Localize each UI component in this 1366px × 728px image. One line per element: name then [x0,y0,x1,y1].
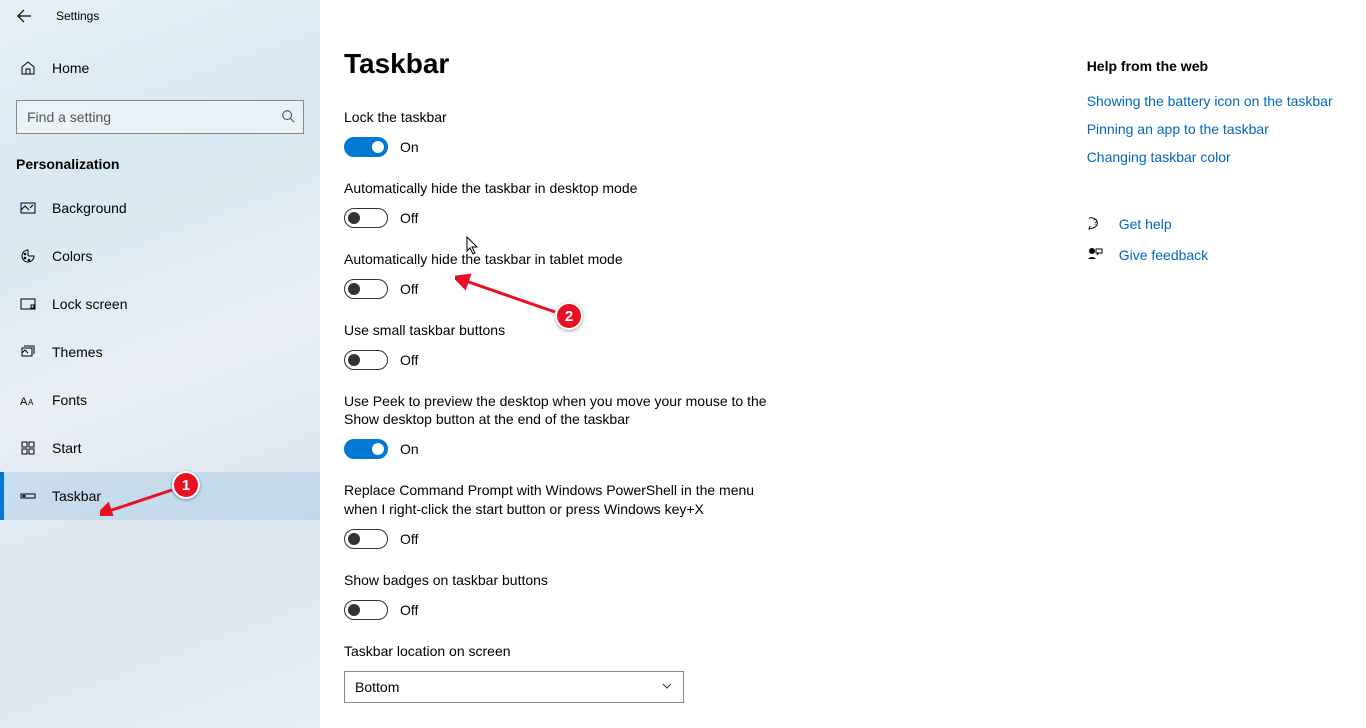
search-icon [281,109,295,126]
toggle-autohide-desktop[interactable] [344,208,388,228]
help-link[interactable]: Changing taskbar color [1087,148,1342,166]
help-aside: Help from the web Showing the battery ic… [1087,48,1342,728]
fonts-icon: AA [16,393,40,407]
themes-icon [16,344,40,360]
main-content: Taskbar Lock the taskbar On Automaticall… [320,0,1366,728]
annotation-arrow-2 [455,272,565,322]
home-label: Home [52,60,89,76]
sidebar-item-label: Fonts [52,392,87,408]
sidebar-item-background[interactable]: Background [0,184,320,232]
sidebar: Home Find a setting Personalization Back… [0,0,320,728]
aside-title: Help from the web [1087,58,1342,74]
help-link[interactable]: Pinning an app to the taskbar [1087,120,1342,138]
feedback-icon [1087,246,1107,265]
mouse-cursor [466,236,480,256]
setting-label: Automatically hide the taskbar in tablet… [344,250,904,269]
search-placeholder: Find a setting [27,109,111,125]
toggle-state: Off [400,210,418,226]
sidebar-item-colors[interactable]: Colors [0,232,320,280]
toggle-lock-taskbar[interactable] [344,137,388,157]
toggle-state: On [400,139,419,155]
toggle-state: Off [400,281,418,297]
home-button[interactable]: Home [0,48,320,88]
home-icon [16,60,40,76]
chevron-down-icon [661,679,673,695]
toggle-state: Off [400,531,418,547]
toggle-powershell[interactable] [344,529,388,549]
setting-label: Lock the taskbar [344,108,904,127]
sidebar-item-label: Themes [52,344,103,360]
search-input[interactable]: Find a setting [16,100,304,134]
toggle-autohide-tablet[interactable] [344,279,388,299]
annotation-arrow-1 [100,486,178,516]
sidebar-item-label: Lock screen [52,296,127,312]
setting-label: Replace Command Prompt with Windows Powe… [344,481,764,519]
page-title: Taskbar [344,48,1071,80]
setting-label: Show badges on taskbar buttons [344,571,904,590]
toggle-state: Off [400,352,418,368]
annotation-badge-1: 1 [172,471,200,499]
dropdown-value: Bottom [355,679,399,695]
sidebar-item-label: Colors [52,248,92,264]
setting-label: Taskbar location on screen [344,642,904,661]
toggle-state: On [400,441,419,457]
start-icon [16,440,40,456]
svg-text:?: ? [1093,218,1098,227]
give-feedback-link[interactable]: Give feedback [1087,246,1342,265]
toggle-state: Off [400,602,418,618]
sidebar-item-lockscreen[interactable]: Lock screen [0,280,320,328]
sidebar-item-label: Start [52,440,82,456]
colors-icon [16,248,40,264]
help-icon: ? [1087,215,1107,234]
sidebar-item-fonts[interactable]: AA Fonts [0,376,320,424]
sidebar-item-label: Background [52,200,127,216]
toggle-small-buttons[interactable] [344,350,388,370]
toggle-badges[interactable] [344,600,388,620]
setting-label: Use Peek to preview the desktop when you… [344,392,774,430]
app-title: Settings [48,9,99,23]
toggle-peek[interactable] [344,439,388,459]
setting-label: Use small taskbar buttons [344,321,904,340]
svg-text:A: A [28,398,34,407]
sidebar-section-title: Personalization [16,156,304,172]
help-link[interactable]: Showing the battery icon on the taskbar [1087,92,1342,110]
annotation-badge-2: 2 [555,302,583,330]
svg-text:A: A [20,396,28,407]
taskbar-icon [16,488,40,504]
sidebar-item-start[interactable]: Start [0,424,320,472]
give-feedback-label: Give feedback [1119,247,1209,263]
get-help-link[interactable]: ? Get help [1087,215,1342,234]
sidebar-item-label: Taskbar [52,488,101,504]
setting-label: Automatically hide the taskbar in deskto… [344,179,904,198]
get-help-label: Get help [1119,216,1172,232]
background-icon [16,200,40,216]
sidebar-item-themes[interactable]: Themes [0,328,320,376]
lockscreen-icon [16,296,40,312]
taskbar-location-dropdown[interactable]: Bottom [344,671,684,703]
back-button[interactable] [0,0,48,32]
